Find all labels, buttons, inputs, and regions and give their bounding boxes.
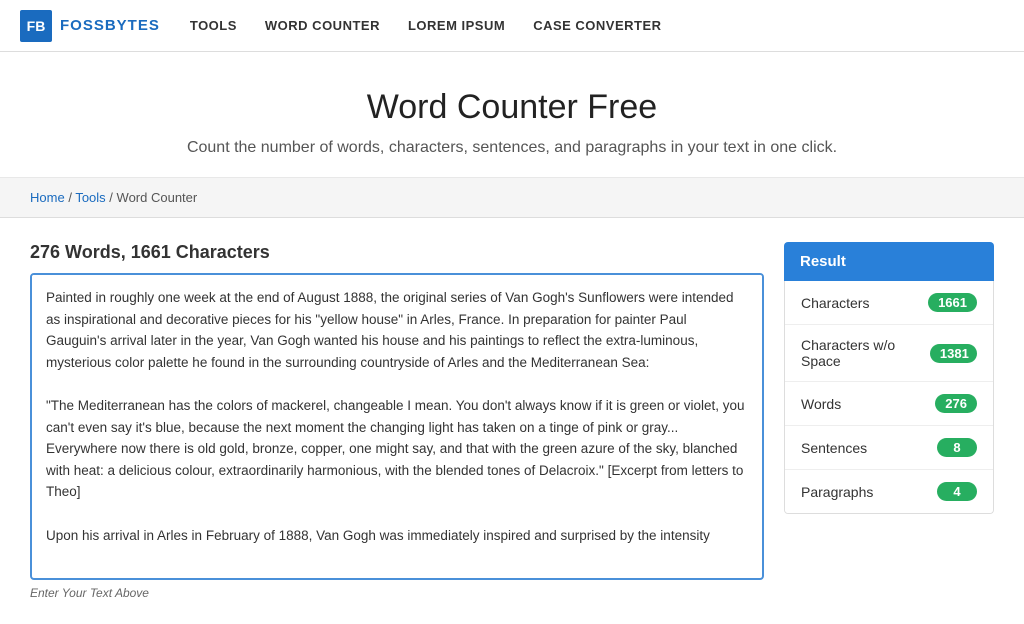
logo-icon: FB — [20, 10, 52, 42]
logo-area: FB FOSSBYTES — [20, 10, 160, 42]
text-hint: Enter Your Text Above — [30, 586, 764, 600]
result-row: Paragraphs 4 — [785, 470, 993, 513]
result-row: Sentences 8 — [785, 426, 993, 470]
nav-link-word-counter[interactable]: WORD COUNTER — [265, 18, 380, 33]
logo-text: FOSSBYTES — [60, 17, 160, 34]
hero-subtitle: Count the number of words, characters, s… — [162, 139, 862, 157]
breadcrumb-home[interactable]: Home — [30, 190, 65, 205]
result-label-3: Sentences — [801, 440, 867, 456]
right-panel: Result Characters 1661 Characters w/o Sp… — [784, 242, 994, 600]
result-header: Result — [784, 242, 994, 281]
nav-link-tools[interactable]: TOOLS — [190, 18, 237, 33]
word-count-header: 276 Words, 1661 Characters — [30, 242, 764, 263]
nav-link-case-converter[interactable]: CASE CONVERTER — [533, 18, 661, 33]
result-badge-4: 4 — [937, 482, 977, 501]
breadcrumb-current: Word Counter — [117, 190, 198, 205]
result-row: Words 276 — [785, 382, 993, 426]
textarea-wrapper — [30, 273, 764, 580]
navbar: FB FOSSBYTES TOOLS WORD COUNTER LOREM IP… — [0, 0, 1024, 52]
nav-links: TOOLS WORD COUNTER LOREM IPSUM CASE CONV… — [190, 18, 662, 33]
hero-section: Word Counter Free Count the number of wo… — [0, 52, 1024, 178]
result-label-0: Characters — [801, 295, 869, 311]
result-label-1: Characters w/o Space — [801, 337, 930, 369]
nav-link-lorem-ipsum[interactable]: LOREM IPSUM — [408, 18, 505, 33]
result-row: Characters 1661 — [785, 281, 993, 325]
result-label-4: Paragraphs — [801, 484, 873, 500]
result-table: Characters 1661 Characters w/o Space 138… — [784, 281, 994, 514]
breadcrumb-tools[interactable]: Tools — [75, 190, 105, 205]
text-input[interactable] — [32, 275, 762, 575]
result-row: Characters w/o Space 1381 — [785, 325, 993, 382]
breadcrumb: Home / Tools / Word Counter — [30, 190, 994, 205]
result-badge-3: 8 — [937, 438, 977, 457]
left-panel: 276 Words, 1661 Characters Enter Your Te… — [30, 242, 764, 600]
result-label-2: Words — [801, 396, 841, 412]
result-badge-2: 276 — [935, 394, 977, 413]
result-badge-0: 1661 — [928, 293, 977, 312]
breadcrumb-bar: Home / Tools / Word Counter — [0, 178, 1024, 218]
hero-title: Word Counter Free — [20, 88, 1004, 127]
result-badge-1: 1381 — [930, 344, 977, 363]
main-content: 276 Words, 1661 Characters Enter Your Te… — [0, 218, 1024, 624]
